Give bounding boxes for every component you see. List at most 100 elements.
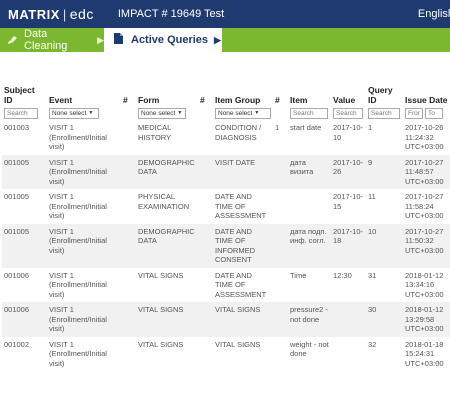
- cell-event: VISIT 1 (Enrollment/Initial visit): [49, 339, 107, 368]
- col-subject-id[interactable]: Subject ID: [2, 85, 47, 107]
- cell-ig-num: [273, 302, 288, 337]
- cell-form: VITAL SIGNS: [138, 270, 184, 280]
- value-search-input[interactable]: [333, 108, 363, 119]
- col-query-id[interactable]: Query ID: [366, 85, 403, 107]
- cell-subject-id: 001005: [4, 192, 30, 201]
- cell-event-num: [121, 268, 136, 303]
- cell-ig-num: [273, 189, 288, 224]
- issue-date-from-input[interactable]: [405, 108, 423, 119]
- cell-event: VISIT 1 (Enrollment/Initial visit): [47, 223, 121, 268]
- tab-active-queries[interactable]: Active Queries ▶: [104, 28, 222, 52]
- cell-form: DEMOGRAPHIC DATA: [136, 154, 198, 189]
- cell-issue-date: 2017-10-27 11:58:24 UTC+03:00: [405, 192, 444, 220]
- cell-issue-date: 2018-01-12 13:34:16 UTC+03:00: [405, 270, 444, 299]
- cell-item: дата подп. инф. согл.: [288, 223, 331, 268]
- cell-item-group: CONDITION / DIAGNOSIS: [215, 123, 262, 142]
- tab-active-queries-label: Active Queries: [131, 34, 209, 46]
- cell-form: PHYSICAL EXAMINATION: [138, 192, 190, 211]
- table-row[interactable]: 001005 VISIT 1 (Enrollment/Initial visit)…: [2, 154, 450, 189]
- chevron-right-icon: ▶: [97, 34, 104, 45]
- cell-value: 2017-10-10: [333, 123, 364, 142]
- cell-issue-date: 2018-01-18 15:24:31 UTC+03:00: [405, 339, 444, 368]
- cell-event: VISIT 1 (Enrollment/Initial visit): [47, 302, 121, 337]
- queries-table: Subject ID Event # Form # Item Group # I…: [2, 85, 450, 371]
- cell-item: pressure2 - not done: [288, 302, 331, 337]
- cell-query-id: 32: [368, 339, 377, 349]
- caret-down-icon: ▼: [177, 109, 183, 116]
- cell-event-num: [121, 223, 136, 268]
- cell-subject-id: 001006: [4, 270, 30, 280]
- cell-form-num: [198, 302, 213, 337]
- table-row[interactable]: 001006 VISIT 1 (Enrollment/Initial visit)…: [2, 268, 450, 303]
- caret-down-icon: ▼: [88, 109, 94, 116]
- col-event-num[interactable]: #: [121, 85, 136, 107]
- cell-issue-date: 2017-10-27 11:48:57 UTC+03:00: [403, 154, 450, 189]
- col-event[interactable]: Event: [47, 85, 121, 107]
- table-row[interactable]: 001005 VISIT 1 (Enrollment/Initial visit)…: [2, 189, 450, 224]
- col-item-group[interactable]: Item Group: [213, 85, 273, 107]
- col-ig-num[interactable]: #: [273, 85, 288, 107]
- query-id-search-input[interactable]: [368, 108, 400, 119]
- cell-value: [331, 337, 366, 372]
- cell-item: Time: [290, 270, 307, 280]
- logo-matrix: MATRIX: [8, 6, 60, 22]
- subject-id-search-input[interactable]: [4, 108, 38, 119]
- cell-form: VITAL SIGNS: [136, 302, 198, 337]
- cell-item-group: DATE AND TIME OF ASSESSMENT: [215, 270, 267, 299]
- cell-form: DEMOGRAPHIC DATA: [136, 223, 198, 268]
- col-item[interactable]: Item: [288, 85, 331, 107]
- cell-item: weight - not done: [290, 339, 329, 359]
- cell-form-num: [198, 189, 213, 224]
- cell-item-group: DATE AND TIME OF ASSESSMENT: [215, 192, 267, 220]
- cell-item-group: VITAL SIGNS: [213, 302, 273, 337]
- cell-subject-id: 001006: [2, 302, 47, 337]
- cell-query-id: 9: [366, 154, 403, 189]
- logo-separator: |: [62, 6, 67, 22]
- cell-item-group: VISIT DATE: [213, 154, 273, 189]
- cell-event-num: [121, 189, 136, 224]
- cell-query-id: 1: [368, 123, 373, 132]
- cell-form-num: [198, 154, 213, 189]
- language-selector[interactable]: English: [418, 8, 450, 20]
- tab-data-cleaning-label: Data Cleaning: [24, 28, 68, 52]
- chevron-right-icon: ▶: [214, 34, 221, 45]
- event-select[interactable]: None select ▼: [49, 108, 99, 119]
- tab-bar: Data Cleaning ▶ Active Queries ▶: [0, 28, 450, 52]
- cell-ig-num: [273, 268, 288, 303]
- cell-ig-num: [273, 337, 288, 372]
- cell-form: VITAL SIGNS: [138, 339, 184, 349]
- table-row[interactable]: 001003 VISIT 1 (Enrollment/Initial visit)…: [2, 120, 450, 155]
- cell-event: VISIT 1 (Enrollment/Initial visit): [49, 270, 107, 299]
- cell-ig-num: [273, 223, 288, 268]
- col-value[interactable]: Value: [331, 85, 366, 107]
- cell-value: 2017-10-18: [331, 223, 366, 268]
- cell-event: VISIT 1 (Enrollment/Initial visit): [49, 192, 107, 220]
- table-row[interactable]: 001002 VISIT 1 (Enrollment/Initial visit)…: [2, 337, 450, 372]
- tab-data-cleaning[interactable]: Data Cleaning ▶: [0, 28, 104, 52]
- cell-form-num: [198, 268, 213, 303]
- cell-value: [331, 302, 366, 337]
- cell-form: MEDICAL HISTORY: [138, 123, 172, 142]
- table-row[interactable]: 001006 VISIT 1 (Enrollment/Initial visit)…: [2, 302, 450, 337]
- col-form-num[interactable]: #: [198, 85, 213, 107]
- item-search-input[interactable]: [290, 108, 328, 119]
- study-title: IMPACT # 19649 Test: [117, 8, 225, 20]
- caret-down-icon: ▼: [254, 109, 260, 116]
- form-select[interactable]: None select ▼: [138, 108, 186, 119]
- cell-event-num: [121, 337, 136, 372]
- issue-date-to-input[interactable]: [425, 108, 443, 119]
- item-group-select[interactable]: None select ▼: [215, 108, 271, 119]
- cell-form-num: [198, 120, 213, 155]
- col-issue-date[interactable]: Issue Date: [403, 85, 450, 107]
- cell-event-num: [121, 154, 136, 189]
- top-bar: MATRIX | edc IMPACT # 19649 Test English: [0, 0, 450, 28]
- cell-query-id: 31: [368, 270, 377, 280]
- logo[interactable]: MATRIX | edc: [8, 6, 94, 22]
- table-row[interactable]: 001005 VISIT 1 (Enrollment/Initial visit)…: [2, 223, 450, 268]
- cell-event-num: [121, 120, 136, 155]
- col-form[interactable]: Form: [136, 85, 198, 107]
- cell-issue-date: 2017-10-27 11:50:32 UTC+03:00: [403, 223, 450, 268]
- cell-subject-id: 001005: [2, 154, 47, 189]
- logo-edc: edc: [69, 6, 94, 22]
- cell-form-num: [198, 223, 213, 268]
